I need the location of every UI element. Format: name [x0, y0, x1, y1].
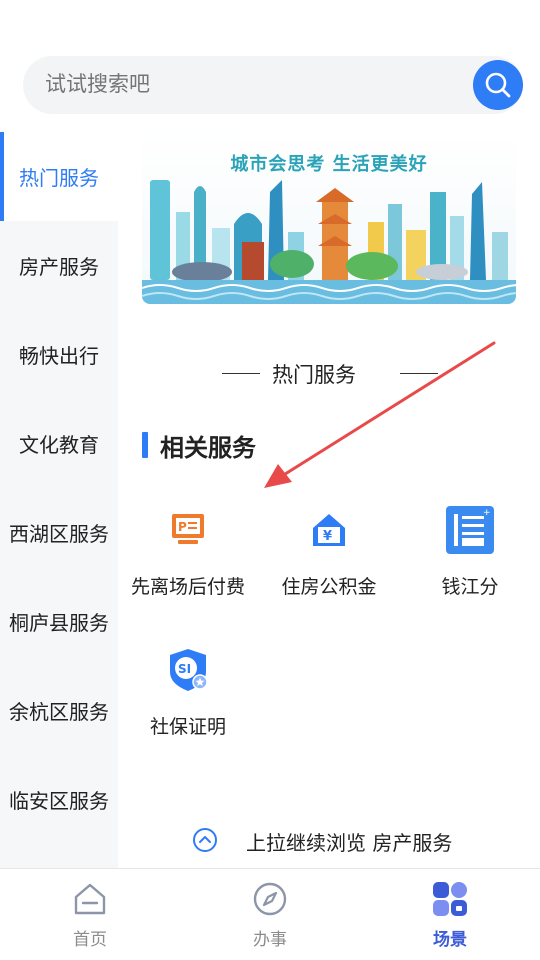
city-banner[interactable]: 城市会思考 生活更美好 — [142, 132, 516, 304]
social-security-icon: SI — [170, 649, 208, 691]
sidebar-item-label: 西湖区服务 — [9, 522, 109, 546]
svg-text:SI: SI — [178, 662, 191, 676]
parking-payment-icon: P — [172, 514, 204, 544]
scene-grid-icon — [433, 882, 467, 916]
sidebar-item-yuhang-district[interactable]: 余杭区服务 — [0, 666, 118, 755]
credit-score-icon: + — [446, 506, 494, 554]
sidebar-item-label: 房产服务 — [19, 255, 99, 279]
bottom-tab-bar: 首页 办事 场景 — [0, 868, 540, 960]
tab-label: 办事 — [253, 930, 287, 950]
search-bar[interactable] — [23, 56, 523, 114]
svg-text:+: + — [483, 508, 491, 518]
svg-text:P: P — [178, 520, 187, 534]
search-button[interactable] — [473, 60, 523, 110]
tab-services[interactable]: 办事 — [210, 869, 330, 960]
section-accent-bar — [142, 432, 148, 458]
sidebar-item-label: 临安区服务 — [9, 789, 109, 813]
pull-up-text: 上拉继续浏览 房产服务 — [246, 831, 453, 855]
sidebar-item-label: 文化教育 — [19, 433, 99, 457]
sidebar-item-culture-education[interactable]: 文化教育 — [0, 399, 118, 488]
sidebar-item-linan-district[interactable]: 临安区服务 — [0, 755, 118, 844]
tab-scenes[interactable]: 场景 — [390, 869, 510, 960]
sidebar-item-travel[interactable]: 畅快出行 — [0, 310, 118, 399]
sidebar-item-xihu-district[interactable]: 西湖区服务 — [0, 488, 118, 577]
service-label: 住房公积金 — [281, 576, 377, 598]
sidebar-item-label: 余杭区服务 — [9, 700, 109, 724]
tab-label: 首页 — [73, 930, 107, 950]
sidebar-item-hot-services[interactable]: 热门服务 — [0, 132, 118, 221]
hot-services-divider: 热门服务 — [222, 355, 438, 391]
divider-line-left — [222, 373, 260, 374]
sidebar-item-tonglu-county[interactable]: 桐庐县服务 — [0, 577, 118, 666]
related-services-title: 相关服务 — [160, 434, 256, 462]
sidebar-item-label: 畅快出行 — [19, 344, 99, 368]
service-label: 先离场后付费 — [130, 576, 245, 598]
search-input[interactable] — [45, 56, 445, 114]
service-label: 钱江分 — [441, 576, 499, 598]
search-icon — [485, 72, 511, 98]
city-skyline-illustration — [142, 180, 516, 304]
compass-icon — [253, 882, 287, 916]
sidebar-item-label: 桐庐县服务 — [9, 611, 109, 635]
divider-line-right — [400, 373, 438, 374]
hot-services-heading: 热门服务 — [272, 363, 356, 387]
pull-up-hint[interactable]: 上拉继续浏览 房产服务 — [192, 824, 492, 856]
chevron-up-icon — [193, 828, 217, 852]
tab-home[interactable]: 首页 — [30, 869, 150, 960]
home-icon — [74, 883, 106, 915]
housing-fund-icon: ¥ — [313, 514, 345, 546]
svg-text:¥: ¥ — [323, 529, 332, 544]
service-label: 社保证明 — [149, 716, 226, 738]
tab-label: 场景 — [433, 930, 467, 950]
sidebar-item-label: 热门服务 — [19, 166, 99, 190]
sidebar-item-real-estate[interactable]: 房产服务 — [0, 221, 118, 310]
category-sidebar: 热门服务 房产服务 畅快出行 文化教育 西湖区服务 桐庐县服务 余杭区服务 临安… — [0, 132, 118, 869]
